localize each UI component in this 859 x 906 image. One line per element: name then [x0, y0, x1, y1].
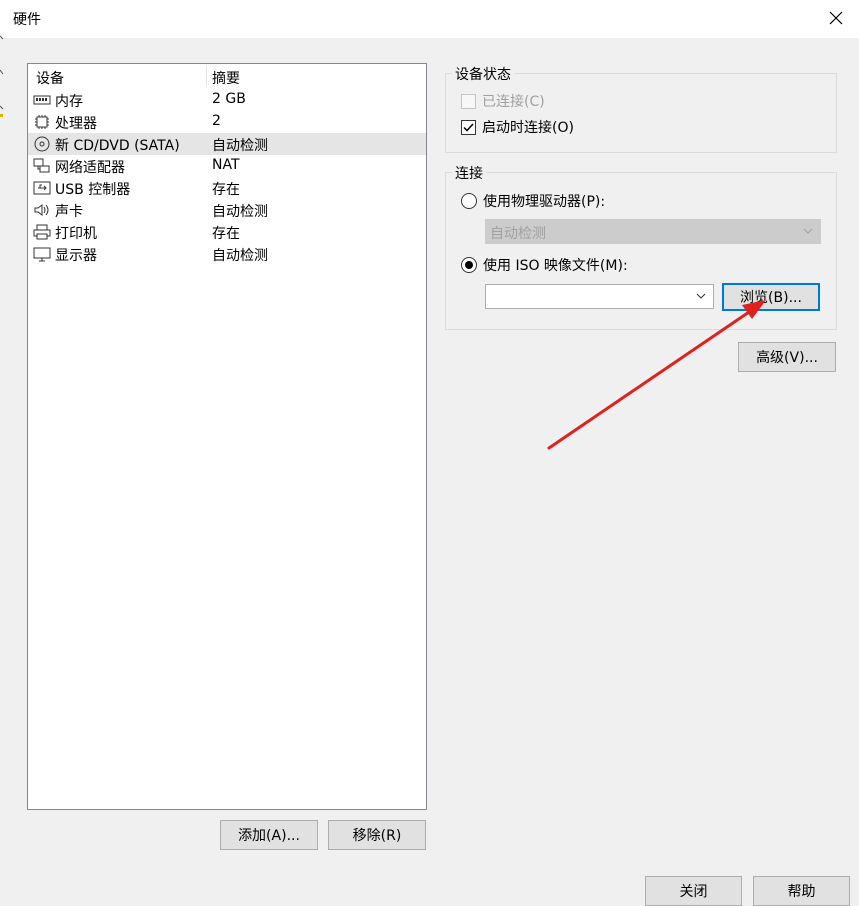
- title-bar: 硬件: [0, 0, 859, 38]
- device-name: USB 控制器: [55, 182, 131, 198]
- checkmark-icon: [463, 122, 474, 132]
- iso-file-radio-row[interactable]: 使用 ISO 映像文件(M):: [461, 255, 628, 275]
- device-row-cd-dvd[interactable]: 新 CD/DVD (SATA) 自动检测: [28, 133, 426, 155]
- device-name: 声卡: [55, 204, 83, 220]
- device-name: 显示器: [55, 248, 97, 264]
- memory-icon: [33, 92, 51, 108]
- connected-checkbox[interactable]: [461, 93, 476, 109]
- physical-drive-label: 使用物理驱动器(P):: [483, 194, 606, 210]
- device-status-group: 设备状态 已连接(C) 启动时连接(O): [445, 64, 837, 153]
- device-status-title: 设备状态: [452, 64, 514, 84]
- device-summary: 自动检测: [212, 248, 268, 264]
- monitor-icon: [33, 246, 51, 262]
- device-name: 处理器: [55, 116, 97, 132]
- cd-dvd-icon: [33, 136, 51, 152]
- device-name: 新 CD/DVD (SATA): [55, 138, 180, 154]
- network-adapter-icon: [33, 158, 51, 174]
- column-divider[interactable]: [206, 66, 207, 86]
- device-summary: 2 GB: [212, 91, 246, 107]
- cpu-icon: [33, 114, 51, 130]
- close-window-button[interactable]: [821, 4, 851, 32]
- speaker-icon: [33, 202, 51, 218]
- device-list[interactable]: 设备 摘要 内存 2 GB 处理器 2 新 CD/DVD (SATA) 自动检测…: [27, 63, 427, 810]
- connected-label: 已连接(C): [482, 94, 545, 110]
- physical-drive-value: 自动检测: [490, 226, 546, 242]
- background-window-edge: [0, 34, 4, 124]
- printer-icon: [33, 224, 51, 240]
- physical-drive-radio[interactable]: [461, 193, 477, 209]
- connect-at-poweron-checkbox[interactable]: [461, 119, 476, 135]
- device-name: 内存: [55, 94, 83, 110]
- chevron-down-icon: [803, 228, 813, 234]
- iso-path-combobox[interactable]: [485, 284, 714, 309]
- connect-at-poweron-checkbox-row[interactable]: 启动时连接(O): [461, 117, 574, 137]
- device-row-usb-controller[interactable]: USB 控制器 存在: [28, 177, 426, 199]
- device-name: 网络适配器: [55, 160, 125, 176]
- device-row-processor[interactable]: 处理器 2: [28, 111, 426, 133]
- advanced-button[interactable]: 高级(V)...: [738, 342, 836, 372]
- list-header: 设备 摘要: [28, 64, 426, 88]
- device-name: 打印机: [55, 226, 97, 242]
- window-title: 硬件: [13, 12, 41, 28]
- device-summary: 2: [212, 113, 221, 129]
- help-button[interactable]: 帮助: [753, 876, 850, 906]
- iso-file-label: 使用 ISO 映像文件(M):: [483, 258, 628, 274]
- connection-group: 连接 使用物理驱动器(P): 自动检测 使用 ISO 映像文件(M): 浏览(B…: [445, 163, 837, 330]
- connected-checkbox-row[interactable]: 已连接(C): [461, 91, 545, 111]
- device-summary: 自动检测: [212, 138, 268, 154]
- close-icon: [829, 11, 843, 25]
- physical-drive-radio-row[interactable]: 使用物理驱动器(P):: [461, 191, 605, 211]
- device-summary: NAT: [212, 157, 240, 173]
- device-summary: 自动检测: [212, 204, 268, 220]
- device-row-printer[interactable]: 打印机 存在: [28, 221, 426, 243]
- connection-title: 连接: [452, 163, 486, 183]
- iso-file-radio[interactable]: [461, 257, 477, 273]
- device-row-memory[interactable]: 内存 2 GB: [28, 89, 426, 111]
- add-device-button[interactable]: 添加(A)...: [220, 820, 318, 850]
- column-header-device[interactable]: 设备: [36, 68, 64, 88]
- close-button[interactable]: 关闭: [645, 876, 742, 906]
- device-row-sound-card[interactable]: 声卡 自动检测: [28, 199, 426, 221]
- device-row-display[interactable]: 显示器 自动检测: [28, 243, 426, 265]
- column-header-summary[interactable]: 摘要: [212, 68, 240, 88]
- remove-device-button[interactable]: 移除(R): [328, 820, 426, 850]
- device-summary: 存在: [212, 182, 240, 198]
- connect-at-poweron-label: 启动时连接(O): [482, 120, 574, 136]
- usb-icon: [33, 180, 51, 196]
- physical-drive-select[interactable]: 自动检测: [485, 219, 821, 244]
- chevron-down-icon: [696, 293, 706, 299]
- device-summary: 存在: [212, 226, 240, 242]
- browse-button[interactable]: 浏览(B)...: [722, 283, 820, 311]
- device-row-network-adapter[interactable]: 网络适配器 NAT: [28, 155, 426, 177]
